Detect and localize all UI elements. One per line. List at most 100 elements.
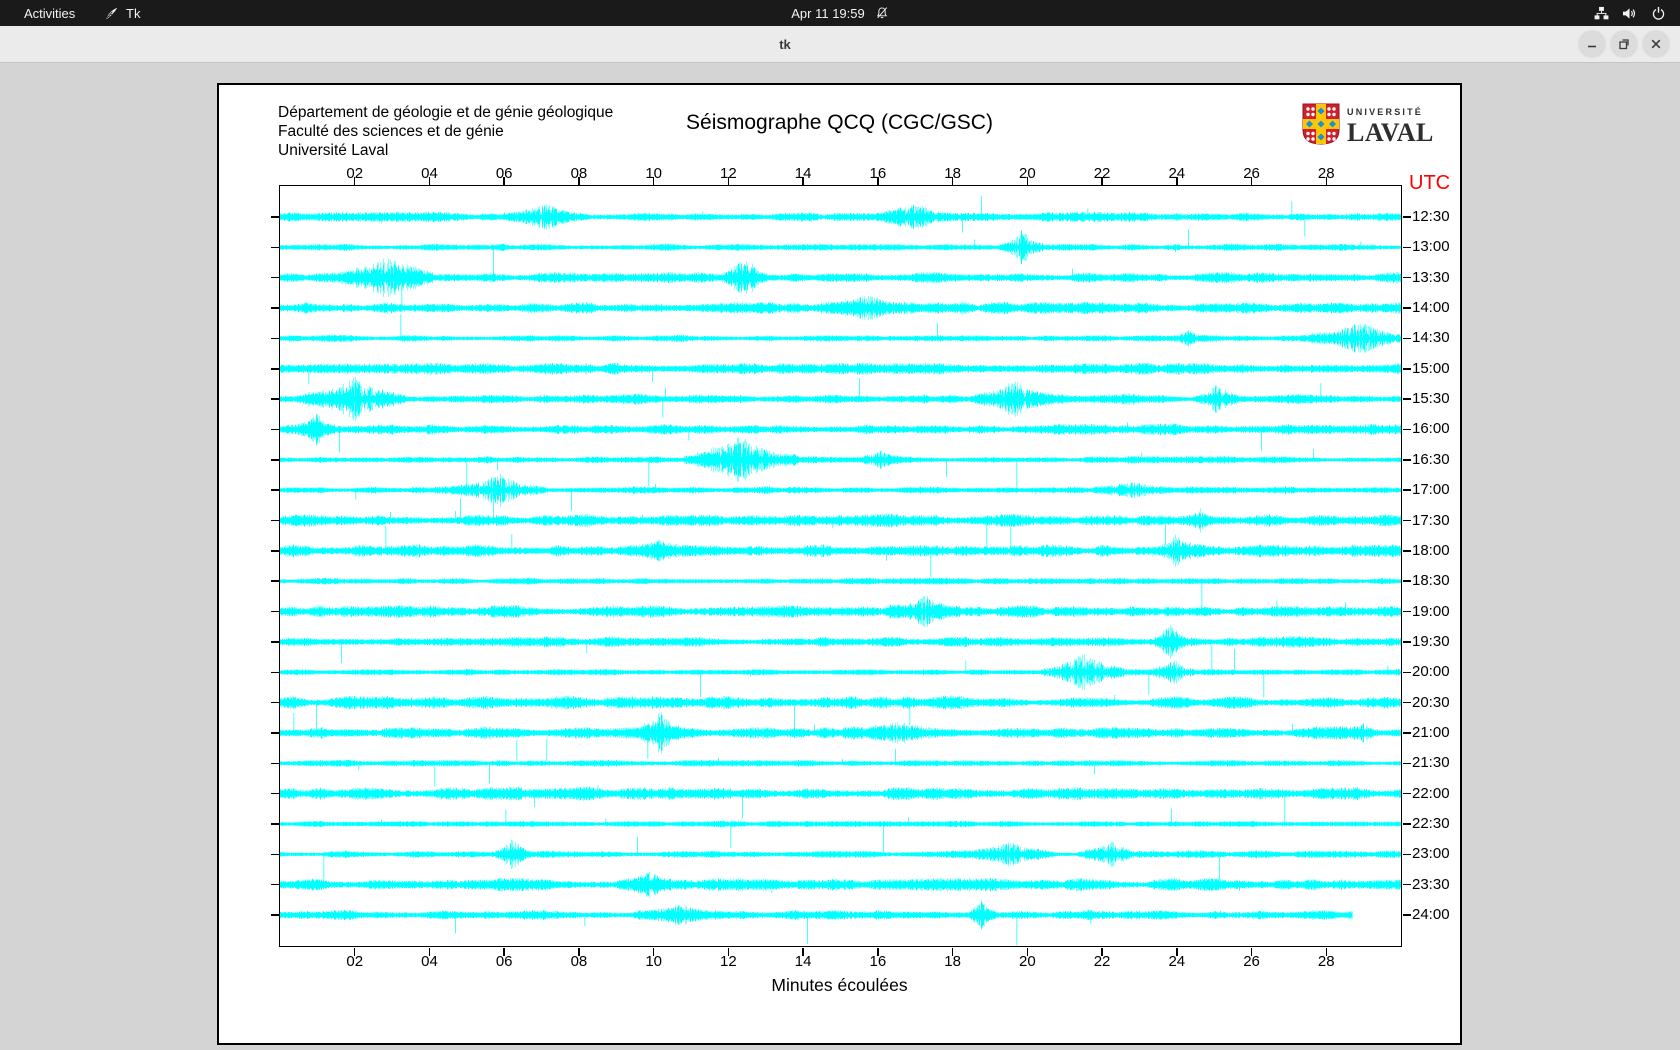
window-titlebar: tk xyxy=(0,26,1680,63)
y-tick-right xyxy=(1402,246,1411,249)
close-button[interactable] xyxy=(1642,30,1670,58)
window-title: tk xyxy=(779,36,791,52)
x-tick-label-top: 20 xyxy=(1018,165,1036,182)
x-tick-label-bottom: 14 xyxy=(794,953,812,970)
y-tick-label-right: 16:30 xyxy=(1412,450,1450,468)
gnome-top-bar: Activities Tk Apr 11 19:59 xyxy=(0,0,1680,26)
x-tick-label-bottom: 24 xyxy=(1168,953,1186,970)
y-tick-label-right: 23:30 xyxy=(1412,875,1450,893)
desktop: Activities Tk Apr 11 19:59 tk Départemen… xyxy=(0,0,1680,1050)
x-tick-label-top: 28 xyxy=(1317,165,1335,182)
y-tick-left xyxy=(270,307,279,309)
y-tick-left xyxy=(270,732,279,734)
notifications-off-icon[interactable] xyxy=(875,6,889,20)
y-tick-left xyxy=(270,368,279,370)
y-tick-left xyxy=(270,550,279,552)
x-tick-label-top: 24 xyxy=(1168,165,1186,182)
y-tick-left xyxy=(270,823,279,825)
y-tick-right xyxy=(1402,307,1411,309)
y-tick-right xyxy=(1402,550,1411,552)
y-tick-left xyxy=(270,519,279,522)
y-tick-left xyxy=(270,276,279,279)
y-tick-label-right: 15:30 xyxy=(1412,390,1450,408)
y-tick-left xyxy=(270,580,279,582)
volume-icon xyxy=(1622,6,1638,21)
y-tick-label-right: 19:30 xyxy=(1412,632,1450,650)
y-tick-right xyxy=(1402,762,1411,765)
network-icon xyxy=(1594,6,1609,21)
y-tick-label-right: 21:30 xyxy=(1412,754,1450,772)
y-tick-label-right: 12:30 xyxy=(1412,208,1450,225)
y-tick-right xyxy=(1402,216,1411,218)
y-tick-left xyxy=(270,914,279,916)
y-tick-right xyxy=(1402,337,1411,340)
y-tick-right xyxy=(1402,853,1411,856)
x-tick-label-top: 22 xyxy=(1093,165,1111,182)
y-tick-label-right: 14:30 xyxy=(1412,329,1450,347)
y-tick-label-right: 20:30 xyxy=(1412,693,1450,711)
x-tick-label-bottom: 12 xyxy=(720,953,737,970)
y-tick-label-right: 13:00 xyxy=(1412,238,1450,256)
y-tick-right xyxy=(1402,732,1411,734)
y-tick-left xyxy=(270,428,279,431)
x-tick-label-bottom: 22 xyxy=(1093,953,1111,970)
y-tick-right xyxy=(1402,792,1411,795)
y-tick-right xyxy=(1402,671,1411,673)
minimize-button[interactable] xyxy=(1578,30,1606,58)
y-tick-label-right: 20:00 xyxy=(1412,663,1450,681)
y-tick-right xyxy=(1402,428,1411,431)
y-tick-label-right: 22:00 xyxy=(1412,784,1450,802)
laval-shield-icon xyxy=(1302,103,1340,150)
x-tick-label-bottom: 20 xyxy=(1018,953,1036,970)
y-tick-right xyxy=(1402,398,1411,400)
y-tick-left xyxy=(270,398,279,400)
y-tick-label-right: 18:00 xyxy=(1412,541,1450,559)
clock-area: Apr 11 19:59 xyxy=(0,0,1680,26)
y-tick-right xyxy=(1402,368,1411,370)
y-tick-label-right: 16:00 xyxy=(1412,420,1450,438)
x-tick-label-bottom: 02 xyxy=(346,953,364,970)
y-tick-label-right: 17:00 xyxy=(1412,481,1450,499)
address-line-3: Université Laval xyxy=(278,142,389,159)
x-tick-label-bottom: 04 xyxy=(421,953,438,970)
x-tick-label-top: 10 xyxy=(645,165,662,182)
y-tick-label-right: 18:30 xyxy=(1412,572,1450,590)
x-tick-label-bottom: 26 xyxy=(1243,953,1260,970)
logo-laval-label: LAVAL xyxy=(1347,117,1434,147)
x-tick-label-bottom: 18 xyxy=(944,953,961,970)
x-tick-label-top: 04 xyxy=(421,165,438,182)
x-tick-label-top: 02 xyxy=(346,165,364,182)
x-tick-label-top: 12 xyxy=(720,165,737,182)
y-tick-right xyxy=(1402,459,1411,461)
x-tick-label-top: 16 xyxy=(869,165,887,182)
focused-app-menu[interactable]: Tk xyxy=(104,0,140,26)
y-tick-left xyxy=(270,792,279,795)
y-tick-label-right: 23:00 xyxy=(1412,845,1450,863)
y-tick-label-right: 22:30 xyxy=(1412,815,1450,832)
x-tick-label-bottom: 16 xyxy=(869,953,887,970)
y-tick-left xyxy=(270,216,279,218)
y-tick-label-right: 19:00 xyxy=(1412,602,1450,620)
y-tick-right xyxy=(1402,914,1411,916)
y-tick-right xyxy=(1402,580,1411,582)
y-tick-label-right: 13:30 xyxy=(1412,268,1450,286)
universite-laval-logo: UNIVERSITÉ LAVAL xyxy=(1302,103,1434,150)
y-tick-label-right: 15:00 xyxy=(1412,359,1450,377)
x-tick-label-bottom: 10 xyxy=(645,953,662,970)
y-tick-right xyxy=(1402,519,1411,522)
y-tick-left xyxy=(270,641,279,643)
maximize-button[interactable] xyxy=(1610,30,1638,58)
system-status-area[interactable] xyxy=(1594,0,1666,26)
clock-label[interactable]: Apr 11 19:59 xyxy=(791,6,864,21)
window-content: Département de géologie et de génie géol… xyxy=(0,63,1680,1050)
seismograph-figure: Département de géologie et de génie géol… xyxy=(217,83,1462,1045)
y-tick-left xyxy=(270,701,279,704)
activities-button[interactable]: Activities xyxy=(16,0,83,26)
y-tick-left xyxy=(270,762,279,765)
utc-axis-label: UTC xyxy=(1409,172,1451,194)
y-tick-right xyxy=(1402,276,1411,279)
y-tick-right xyxy=(1402,701,1411,704)
y-tick-left xyxy=(270,459,279,461)
y-tick-right xyxy=(1402,641,1411,643)
x-tick-label-top: 06 xyxy=(495,165,513,182)
